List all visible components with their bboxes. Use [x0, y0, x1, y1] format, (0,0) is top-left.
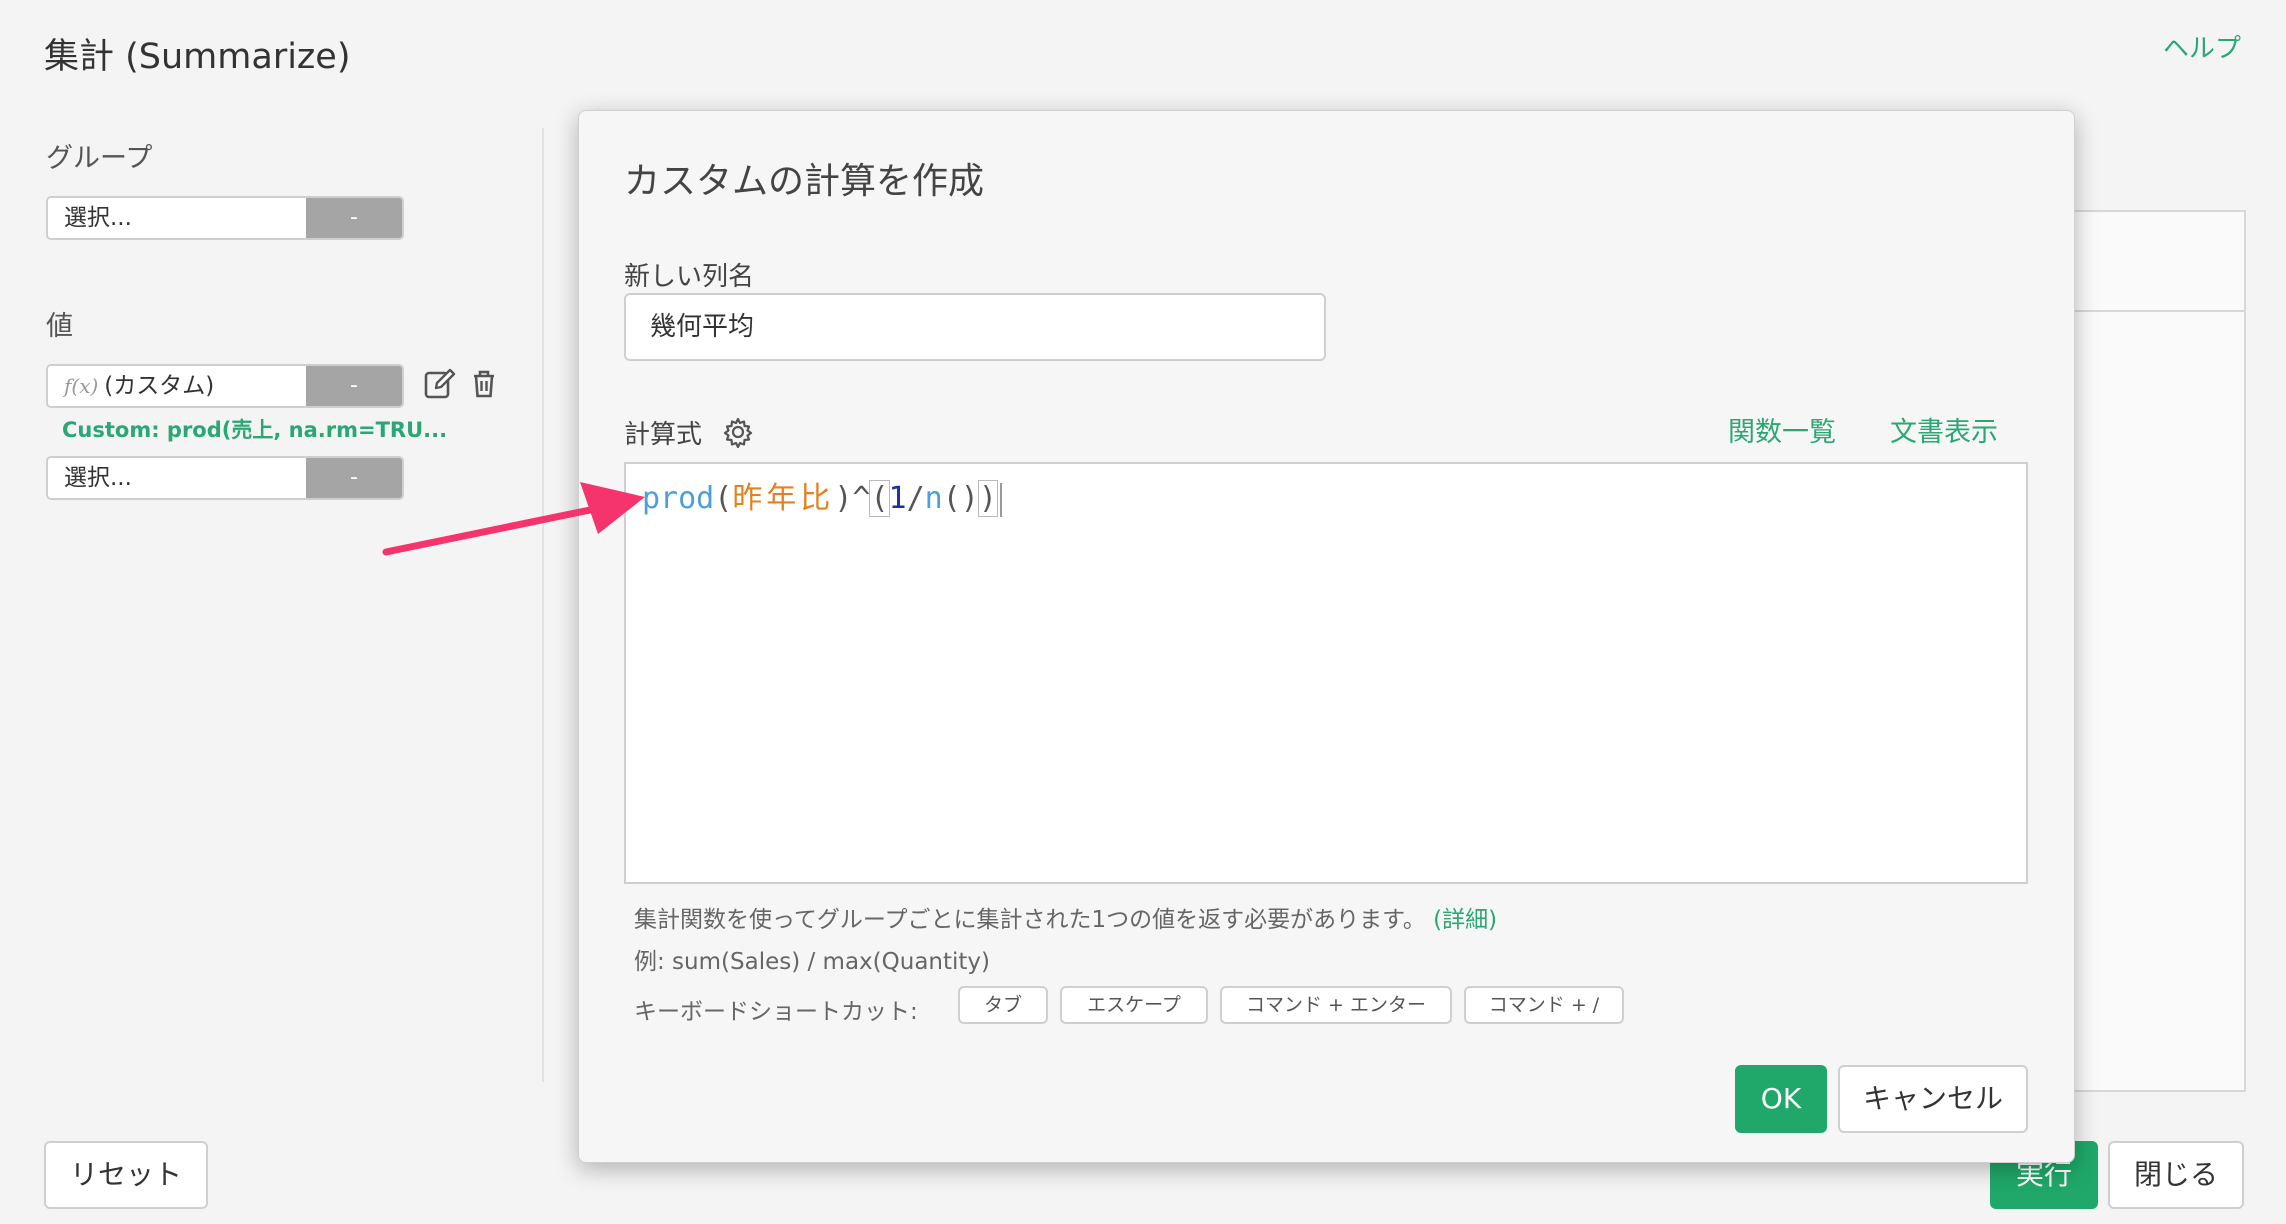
ok-button[interactable]: OK — [1735, 1065, 1827, 1133]
example-text: 例: sum(Sales) / max(Quantity) — [634, 949, 991, 975]
code-line: prod(昨年比)^(1/n()) — [642, 479, 1002, 519]
shortcut-label: キーボードショートカット: — [634, 999, 918, 1025]
trash-icon[interactable] — [466, 366, 502, 402]
gear-icon[interactable] — [722, 416, 754, 448]
docs-link[interactable]: 文書表示 — [1890, 410, 1998, 449]
group-remove-button[interactable]: - — [306, 198, 402, 238]
text-cursor — [999, 482, 1002, 517]
reset-button[interactable]: リセット — [44, 1141, 208, 1209]
cancel-button[interactable]: キャンセル — [1838, 1065, 2028, 1133]
details-link[interactable]: (詳細) — [1433, 907, 1497, 933]
formula-label: 計算式 — [624, 420, 703, 450]
new-column-name-input[interactable]: 幾何平均 — [624, 293, 1326, 361]
preview-panel — [2070, 210, 2246, 1092]
fx-icon: f(x) — [64, 374, 99, 398]
value-select-custom[interactable]: f(x) (カスタム) - — [46, 364, 404, 408]
hint-message: 集計関数を使ってグループごとに集計された1つの値を返す必要があります。 — [634, 907, 1426, 933]
annotation-arrow-icon — [382, 482, 645, 556]
group-select-text: 選択... — [64, 205, 132, 231]
code-token-operator: ^ — [852, 481, 871, 516]
page-title: 集計 (Summarize) — [44, 37, 351, 77]
custom-expression-text: Custom: prod(売上, na.rm=TRU... — [62, 418, 448, 442]
hint-text: 集計関数を使ってグループごとに集計された1つの値を返す必要があります。 (詳細) — [634, 900, 1497, 934]
code-token-paren: ( — [714, 481, 733, 516]
code-token-column: 昨年比 — [732, 481, 835, 516]
group-label: グループ — [46, 143, 153, 174]
value-select-text: 選択... — [64, 465, 132, 491]
shortcut-command-enter: コマンド + エンター — [1220, 986, 1452, 1024]
code-token-paren: ( — [942, 481, 961, 516]
shortcut-command-slash: コマンド + / — [1464, 986, 1624, 1024]
code-token-function: n — [924, 481, 943, 516]
value-remove-button[interactable]: - — [306, 366, 402, 406]
panel-divider — [542, 128, 544, 1082]
code-token-number: 1 — [888, 481, 907, 516]
code-token-paren: ) — [977, 480, 998, 517]
value-select-custom-label: (カスタム) — [104, 373, 215, 399]
value-label: 値 — [46, 311, 73, 342]
code-token-function: prod — [642, 481, 715, 516]
group-select[interactable]: 選択... - — [46, 196, 404, 240]
edit-icon[interactable] — [422, 366, 458, 402]
code-token-paren: ) — [834, 481, 853, 516]
shortcut-escape: エスケープ — [1060, 986, 1208, 1024]
value-select[interactable]: 選択... - — [46, 456, 404, 500]
preview-panel-divider — [2070, 310, 2246, 312]
help-link[interactable]: ヘルプ — [2163, 28, 2241, 65]
close-button[interactable]: 閉じる — [2108, 1141, 2244, 1209]
dialog-title: カスタムの計算を作成 — [624, 161, 985, 202]
new-column-label: 新しい列名 — [624, 262, 755, 292]
code-token-paren: ) — [960, 481, 979, 516]
code-token-paren: ( — [869, 480, 890, 517]
formula-editor[interactable]: prod(昨年比)^(1/n()) — [624, 462, 2028, 884]
function-list-link[interactable]: 関数一覧 — [1728, 410, 1836, 449]
code-token-operator: / — [906, 481, 925, 516]
value-select-custom-text: f(x) (カスタム) — [48, 366, 306, 406]
shortcut-tab: タブ — [958, 986, 1048, 1024]
